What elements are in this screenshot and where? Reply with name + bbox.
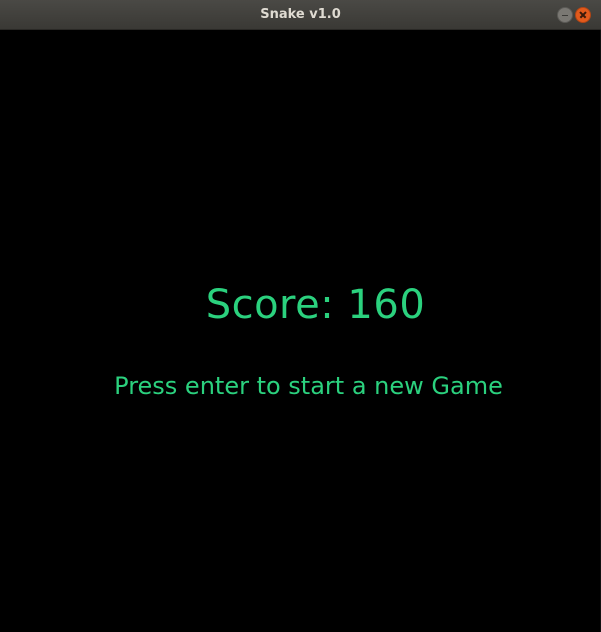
window-title: Snake v1.0 — [260, 7, 341, 22]
minimize-button[interactable] — [557, 7, 573, 23]
game-canvas[interactable]: Score: 160 Press enter to start a new Ga… — [0, 30, 601, 632]
score-text: Score: 160 — [205, 282, 426, 328]
title-bar[interactable]: Snake v1.0 — [0, 0, 601, 30]
game-window: Snake v1.0 Score: 160 Press enter to sta… — [0, 0, 601, 632]
new-game-prompt: Press enter to start a new Game — [114, 372, 503, 400]
close-button[interactable] — [575, 7, 591, 23]
